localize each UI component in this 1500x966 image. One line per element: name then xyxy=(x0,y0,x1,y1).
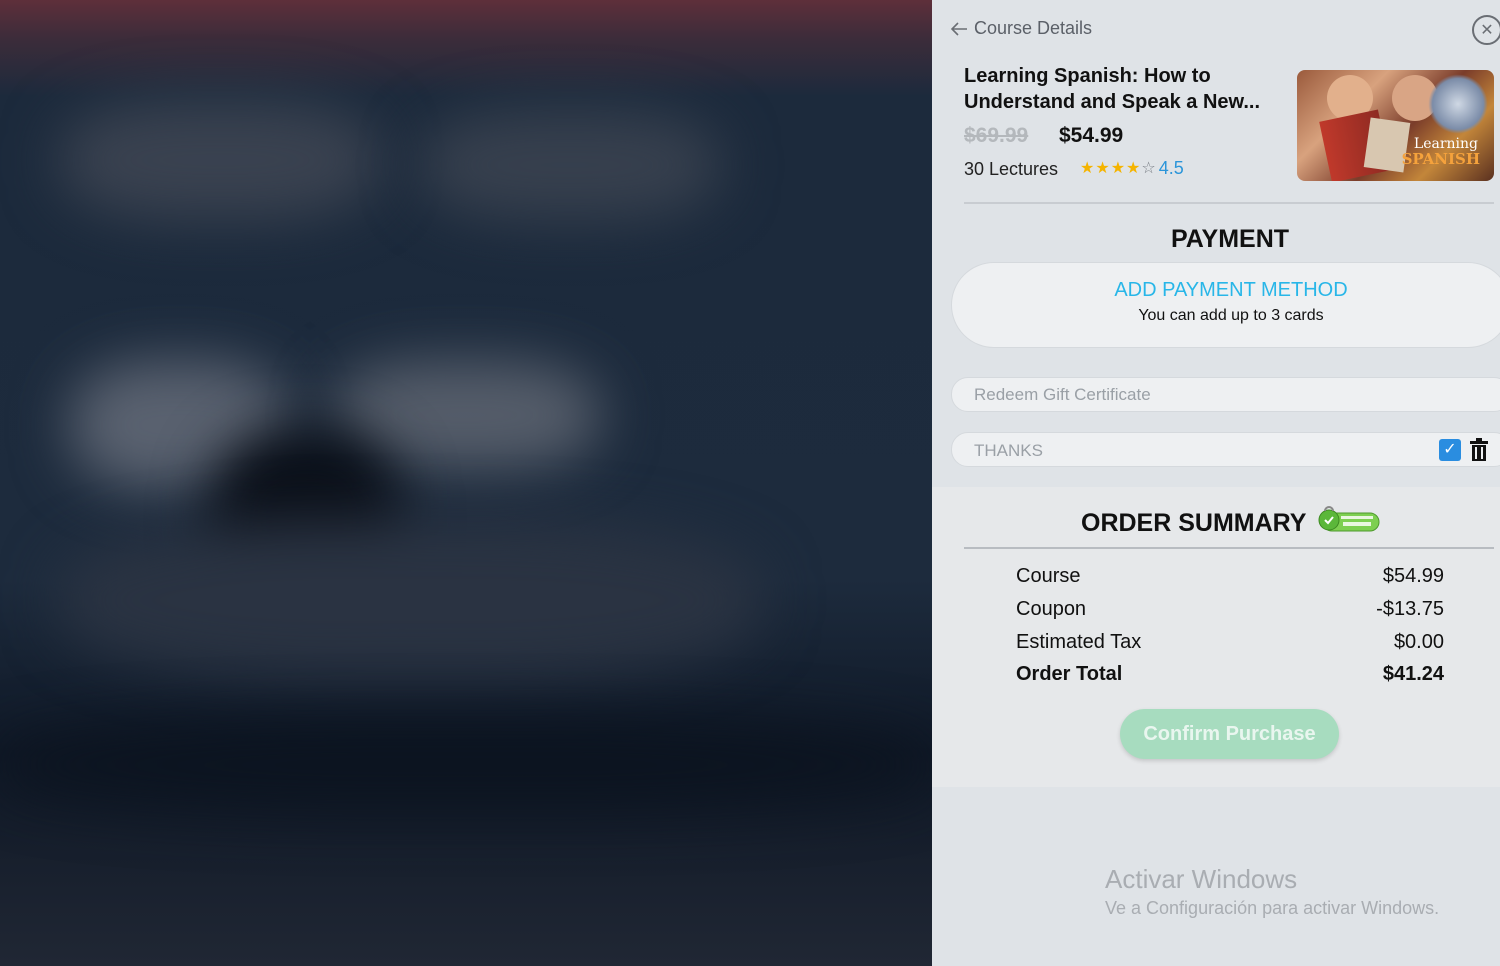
gift-certificate-input[interactable]: Redeem Gift Certificate xyxy=(951,377,1500,412)
gift-certificate-placeholder: Redeem Gift Certificate xyxy=(974,385,1151,404)
divider xyxy=(964,202,1494,204)
coupon-input[interactable]: THANKS xyxy=(951,432,1500,467)
windows-activation-hint: Ve a Configuración para activar Windows. xyxy=(1105,898,1440,918)
summary-value: $54.99 xyxy=(1382,565,1444,587)
summary-label: Estimated Tax xyxy=(1016,631,1142,653)
order-summary: ORDER SUMMARY Course $54.99 Coupon -$13.… xyxy=(932,487,1500,787)
add-payment-hint: You can add up to 3 cards xyxy=(1138,307,1324,324)
trash-icon[interactable] xyxy=(1469,438,1489,462)
coupon-checkbox[interactable]: ✓ xyxy=(1439,439,1461,461)
star-filled-icon: ★ xyxy=(1095,159,1110,177)
add-payment-label: ADD PAYMENT METHOD xyxy=(1114,279,1348,301)
thumbnail-text: SPANISH xyxy=(1401,150,1480,168)
arrow-left-icon xyxy=(950,20,968,38)
rating-value: 4.5 xyxy=(1158,158,1184,178)
summary-label: Coupon xyxy=(1016,598,1087,620)
course-thumbnail: Learning SPANISH xyxy=(1297,70,1494,181)
summary-value: $0.00 xyxy=(1393,631,1444,653)
star-filled-icon: ★ xyxy=(1126,159,1141,177)
secure-badge-icon xyxy=(1317,501,1381,533)
summary-label: Order Total xyxy=(1016,663,1123,685)
original-price: $69.99 xyxy=(964,124,1029,147)
summary-row-total: Order Total $41.24 xyxy=(1016,663,1444,686)
course-rating: ★ ★ ★ ★ ☆ 4.5 xyxy=(1080,158,1184,179)
payment-heading: PAYMENT xyxy=(1170,225,1290,253)
windows-activation-title: Activar Windows xyxy=(1105,864,1298,894)
confirm-purchase-button[interactable]: Confirm Purchase xyxy=(1120,709,1339,759)
star-filled-icon: ★ xyxy=(1110,159,1126,177)
close-icon[interactable]: ✕ xyxy=(1472,15,1500,45)
coupon-code: THANKS xyxy=(974,441,1043,460)
summary-row-course: Course $54.99 xyxy=(1016,565,1444,588)
summary-label: Course xyxy=(1016,565,1081,587)
back-to-course-details[interactable]: Course Details xyxy=(950,18,1092,39)
divider xyxy=(964,547,1494,549)
summary-row-tax: Estimated Tax $0.00 xyxy=(1016,631,1444,654)
summary-value: $41.24 xyxy=(1382,663,1444,685)
star-empty-icon: ☆ xyxy=(1141,159,1156,177)
blurred-background xyxy=(0,0,932,966)
lecture-count: 30 Lectures xyxy=(964,159,1059,179)
add-payment-method-button[interactable]: ADD PAYMENT METHOD You can add up to 3 c… xyxy=(951,262,1500,348)
star-filled-icon: ★ xyxy=(1080,159,1095,177)
summary-value: -$13.75 xyxy=(1376,598,1444,620)
course-title: Learning Spanish: How to Understand and … xyxy=(964,65,1261,113)
sale-price: $54.99 xyxy=(1059,124,1124,147)
summary-row-coupon: Coupon -$13.75 xyxy=(1016,598,1444,621)
order-summary-heading: ORDER SUMMARY xyxy=(1081,509,1307,537)
checkout-panel: Course Details ✕ Learning Spanish: How t… xyxy=(932,0,1500,966)
back-label: Course Details xyxy=(974,18,1093,38)
